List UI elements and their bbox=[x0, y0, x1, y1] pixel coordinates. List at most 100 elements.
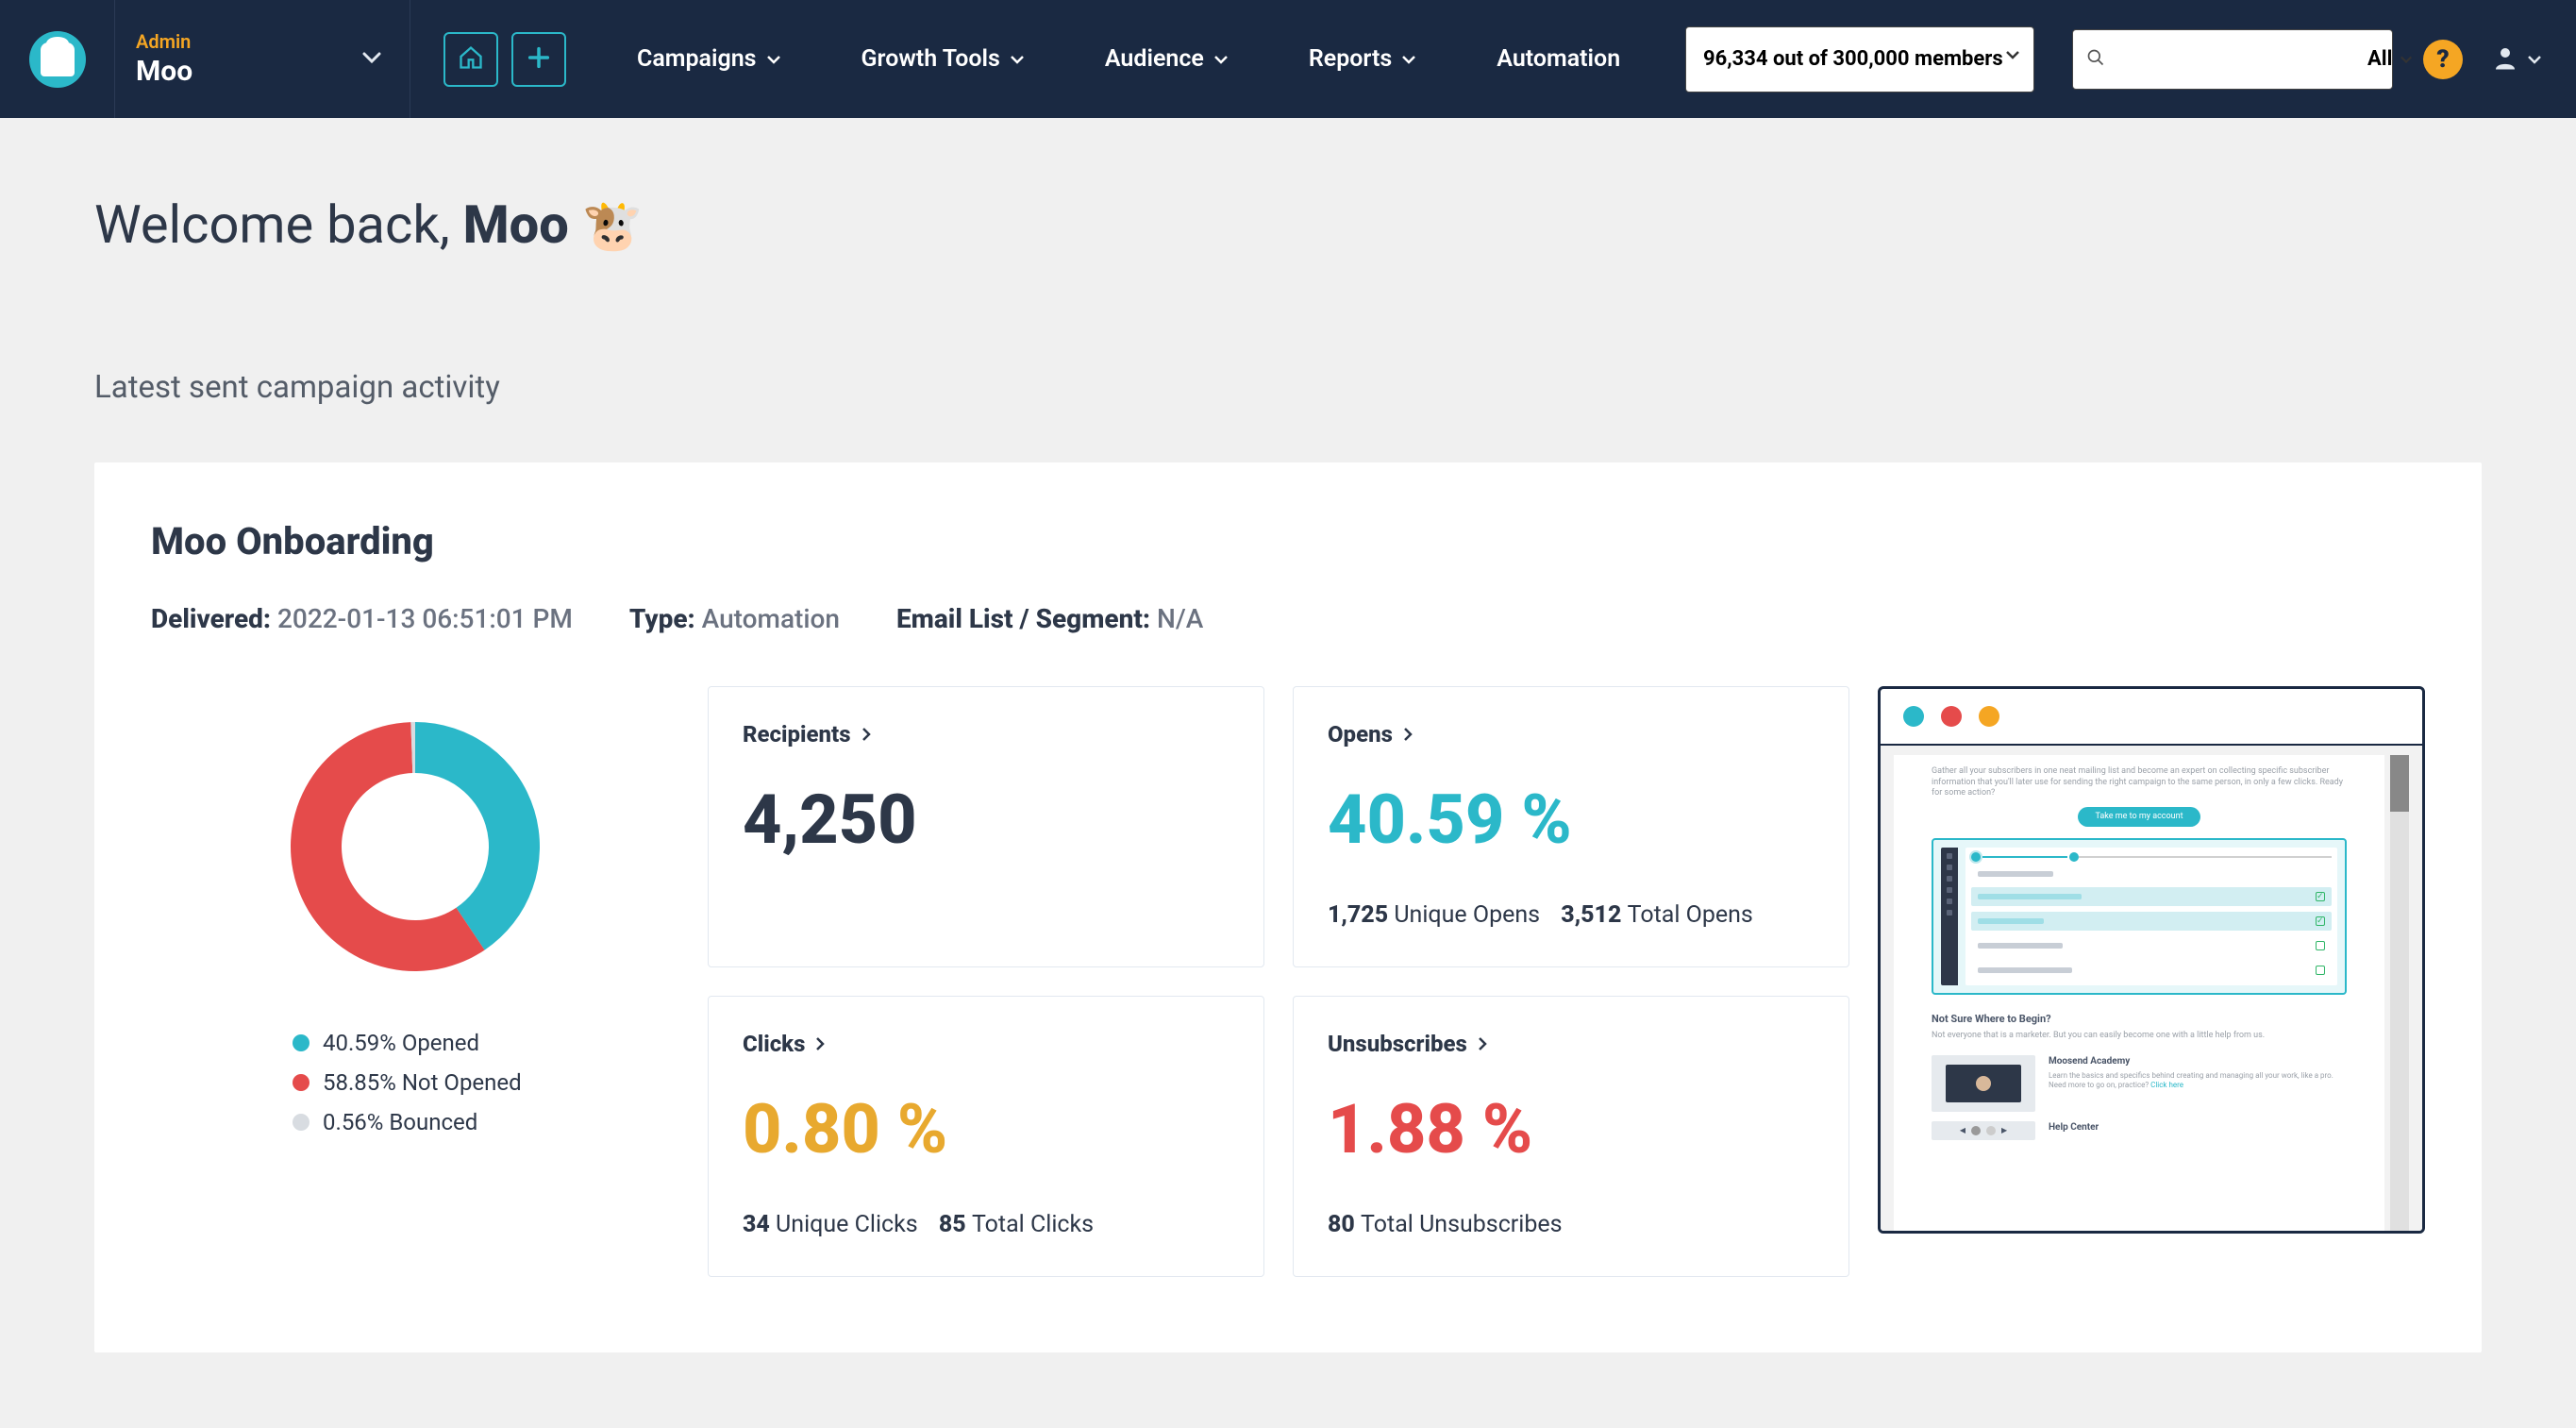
search-filter: All bbox=[2367, 47, 2392, 71]
preview-header bbox=[1881, 689, 2422, 746]
clicks-unique-label: Unique Clicks bbox=[776, 1211, 918, 1238]
create-button[interactable] bbox=[511, 32, 566, 87]
preview-section-title: Moosend Academy bbox=[2049, 1055, 2347, 1068]
list-value: N/A bbox=[1157, 603, 1203, 634]
chevron-down-icon bbox=[1401, 55, 1416, 64]
preview-scrollbar[interactable]: ⌄ bbox=[2390, 755, 2409, 1234]
nav-automation[interactable]: Automation bbox=[1497, 45, 1620, 73]
email-preview-frame[interactable]: Gather all your subscribers in one neat … bbox=[1878, 686, 2425, 1234]
opens-value: 40.59 % bbox=[1328, 780, 1815, 860]
legend-item: 0.56% Bounced bbox=[293, 1109, 522, 1135]
traffic-dot-icon bbox=[1979, 706, 1999, 727]
opens-unique: 1,725 bbox=[1328, 901, 1388, 929]
org-selector[interactable]: Admin Moo bbox=[115, 0, 410, 118]
chevron-right-icon bbox=[1402, 727, 1413, 742]
donut-column: 40.59% Opened 58.85% Not Opened 0.56% Boun… bbox=[151, 686, 679, 1277]
logo-icon bbox=[29, 31, 86, 88]
welcome-prefix: Welcome back, bbox=[94, 193, 463, 256]
legend-label: 58.85% Not Opened bbox=[323, 1069, 522, 1096]
nav-label: Campaigns bbox=[637, 45, 757, 73]
clicks-total-label: Total Clicks bbox=[972, 1211, 1094, 1238]
clicks-value: 0.80 % bbox=[743, 1089, 1229, 1169]
members-text: 96,334 out of 300,000 members bbox=[1703, 47, 2003, 71]
traffic-dot-icon bbox=[1903, 706, 1924, 727]
chevron-down-icon bbox=[1213, 55, 1229, 64]
type-label: Type: bbox=[629, 603, 695, 634]
campaign-name: Moo Onboarding bbox=[151, 519, 2425, 563]
chevron-right-icon bbox=[861, 727, 872, 742]
legend-label: 0.56% Bounced bbox=[323, 1109, 477, 1135]
chevron-down-icon bbox=[766, 55, 781, 64]
clicks-card[interactable]: Clicks 0.80 % 34 Unique Clicks 85 Total … bbox=[708, 996, 1264, 1277]
opens-total: 3,512 bbox=[1561, 901, 1621, 929]
legend-dot-icon bbox=[293, 1074, 309, 1091]
preview-cta-button: Take me to my account bbox=[2078, 807, 2200, 827]
metrics-grid: Recipients 4,250 Opens 40.59 % 1,725 Uni… bbox=[708, 686, 1849, 1277]
unsubs-value: 1.88 % bbox=[1328, 1089, 1815, 1169]
chevron-right-icon bbox=[814, 1036, 826, 1051]
chevron-down-icon[interactable] bbox=[2400, 55, 2413, 64]
profile-menu[interactable] bbox=[2491, 43, 2542, 76]
home-icon bbox=[458, 44, 484, 75]
members-dropdown[interactable]: 96,334 out of 300,000 members bbox=[1685, 26, 2034, 92]
recipients-card[interactable]: Recipients 4,250 bbox=[708, 686, 1264, 967]
list-label: Email List / Segment: bbox=[896, 603, 1150, 634]
chevron-right-icon bbox=[1477, 1036, 1488, 1051]
metric-title: Recipients bbox=[743, 721, 851, 748]
clicks-total: 85 bbox=[939, 1211, 966, 1238]
preview-section-title: Not Sure Where to Begin? bbox=[1932, 1012, 2347, 1026]
nav-audience[interactable]: Audience bbox=[1105, 45, 1229, 73]
top-nav: Admin Moo Campaigns Growth Tools Audienc… bbox=[0, 0, 2576, 118]
help-button[interactable]: ? bbox=[2423, 40, 2463, 79]
unsubs-total-label: Total Unsubscribes bbox=[1361, 1211, 1563, 1238]
unsubscribes-card[interactable]: Unsubscribes 1.88 % 80 Total Unsubscribe… bbox=[1293, 996, 1849, 1277]
logo-cell[interactable] bbox=[0, 0, 115, 118]
recipients-value: 4,250 bbox=[743, 780, 1229, 860]
metric-title: Opens bbox=[1328, 721, 1393, 748]
home-button[interactable] bbox=[443, 32, 498, 87]
chevron-down-icon bbox=[1010, 55, 1025, 64]
search-input[interactable] bbox=[2105, 30, 2367, 89]
nav-label: Audience bbox=[1105, 45, 1204, 73]
search-box[interactable]: All bbox=[2072, 29, 2393, 90]
welcome-heading: Welcome back, Moo 🐮 bbox=[94, 193, 2482, 256]
org-role-label: Admin bbox=[136, 30, 381, 53]
metric-title: Unsubscribes bbox=[1328, 1031, 1467, 1057]
nav-growth-tools[interactable]: Growth Tools bbox=[861, 45, 1025, 73]
search-icon bbox=[2086, 48, 2105, 71]
campaign-meta: Delivered: 2022-01-13 06:51:01 PM Type: … bbox=[151, 603, 2425, 634]
preview-section-title: Help Center bbox=[2049, 1121, 2347, 1134]
donut-legend: 40.59% Opened 58.85% Not Opened 0.56% Boun… bbox=[151, 1030, 522, 1149]
legend-dot-icon bbox=[293, 1114, 309, 1131]
question-icon: ? bbox=[2436, 45, 2449, 74]
chevron-down-icon bbox=[2527, 55, 2542, 64]
delivered-label: Delivered: bbox=[151, 603, 271, 634]
metric-title: Clicks bbox=[743, 1031, 805, 1057]
campaign-card: Moo Onboarding Delivered: 2022-01-13 06:… bbox=[94, 462, 2482, 1352]
traffic-dot-icon bbox=[1941, 706, 1962, 727]
donut-chart bbox=[274, 705, 557, 992]
nav-campaigns[interactable]: Campaigns bbox=[637, 45, 781, 73]
nav-label: Growth Tools bbox=[861, 45, 1000, 73]
page-body: Welcome back, Moo 🐮 Latest sent campaign… bbox=[0, 118, 2576, 1428]
section-subtitle: Latest sent campaign activity bbox=[94, 369, 2482, 406]
cow-emoji-icon: 🐮 bbox=[582, 197, 644, 255]
nav-label: Automation bbox=[1497, 45, 1620, 73]
opens-total-label: Total Opens bbox=[1628, 901, 1753, 929]
legend-item: 40.59% Opened bbox=[293, 1030, 522, 1056]
plus-icon bbox=[526, 44, 552, 75]
opens-unique-label: Unique Opens bbox=[1394, 901, 1540, 929]
clicks-unique: 34 bbox=[743, 1211, 770, 1238]
opens-card[interactable]: Opens 40.59 % 1,725 Unique Opens 3,512 T… bbox=[1293, 686, 1849, 967]
email-preview-column: Gather all your subscribers in one neat … bbox=[1878, 686, 2425, 1277]
welcome-name: Moo bbox=[463, 193, 569, 256]
delivered-value: 2022-01-13 06:51:01 PM bbox=[277, 603, 573, 634]
legend-label: 40.59% Opened bbox=[323, 1030, 479, 1056]
unsubs-total: 80 bbox=[1328, 1211, 1355, 1238]
main-menu: Campaigns Growth Tools Audience Reports … bbox=[637, 45, 1620, 73]
nav-label: Reports bbox=[1309, 45, 1392, 73]
person-icon bbox=[2491, 43, 2519, 76]
org-name: Moo bbox=[136, 55, 381, 88]
chevron-down-icon bbox=[362, 52, 381, 63]
nav-reports[interactable]: Reports bbox=[1309, 45, 1416, 73]
